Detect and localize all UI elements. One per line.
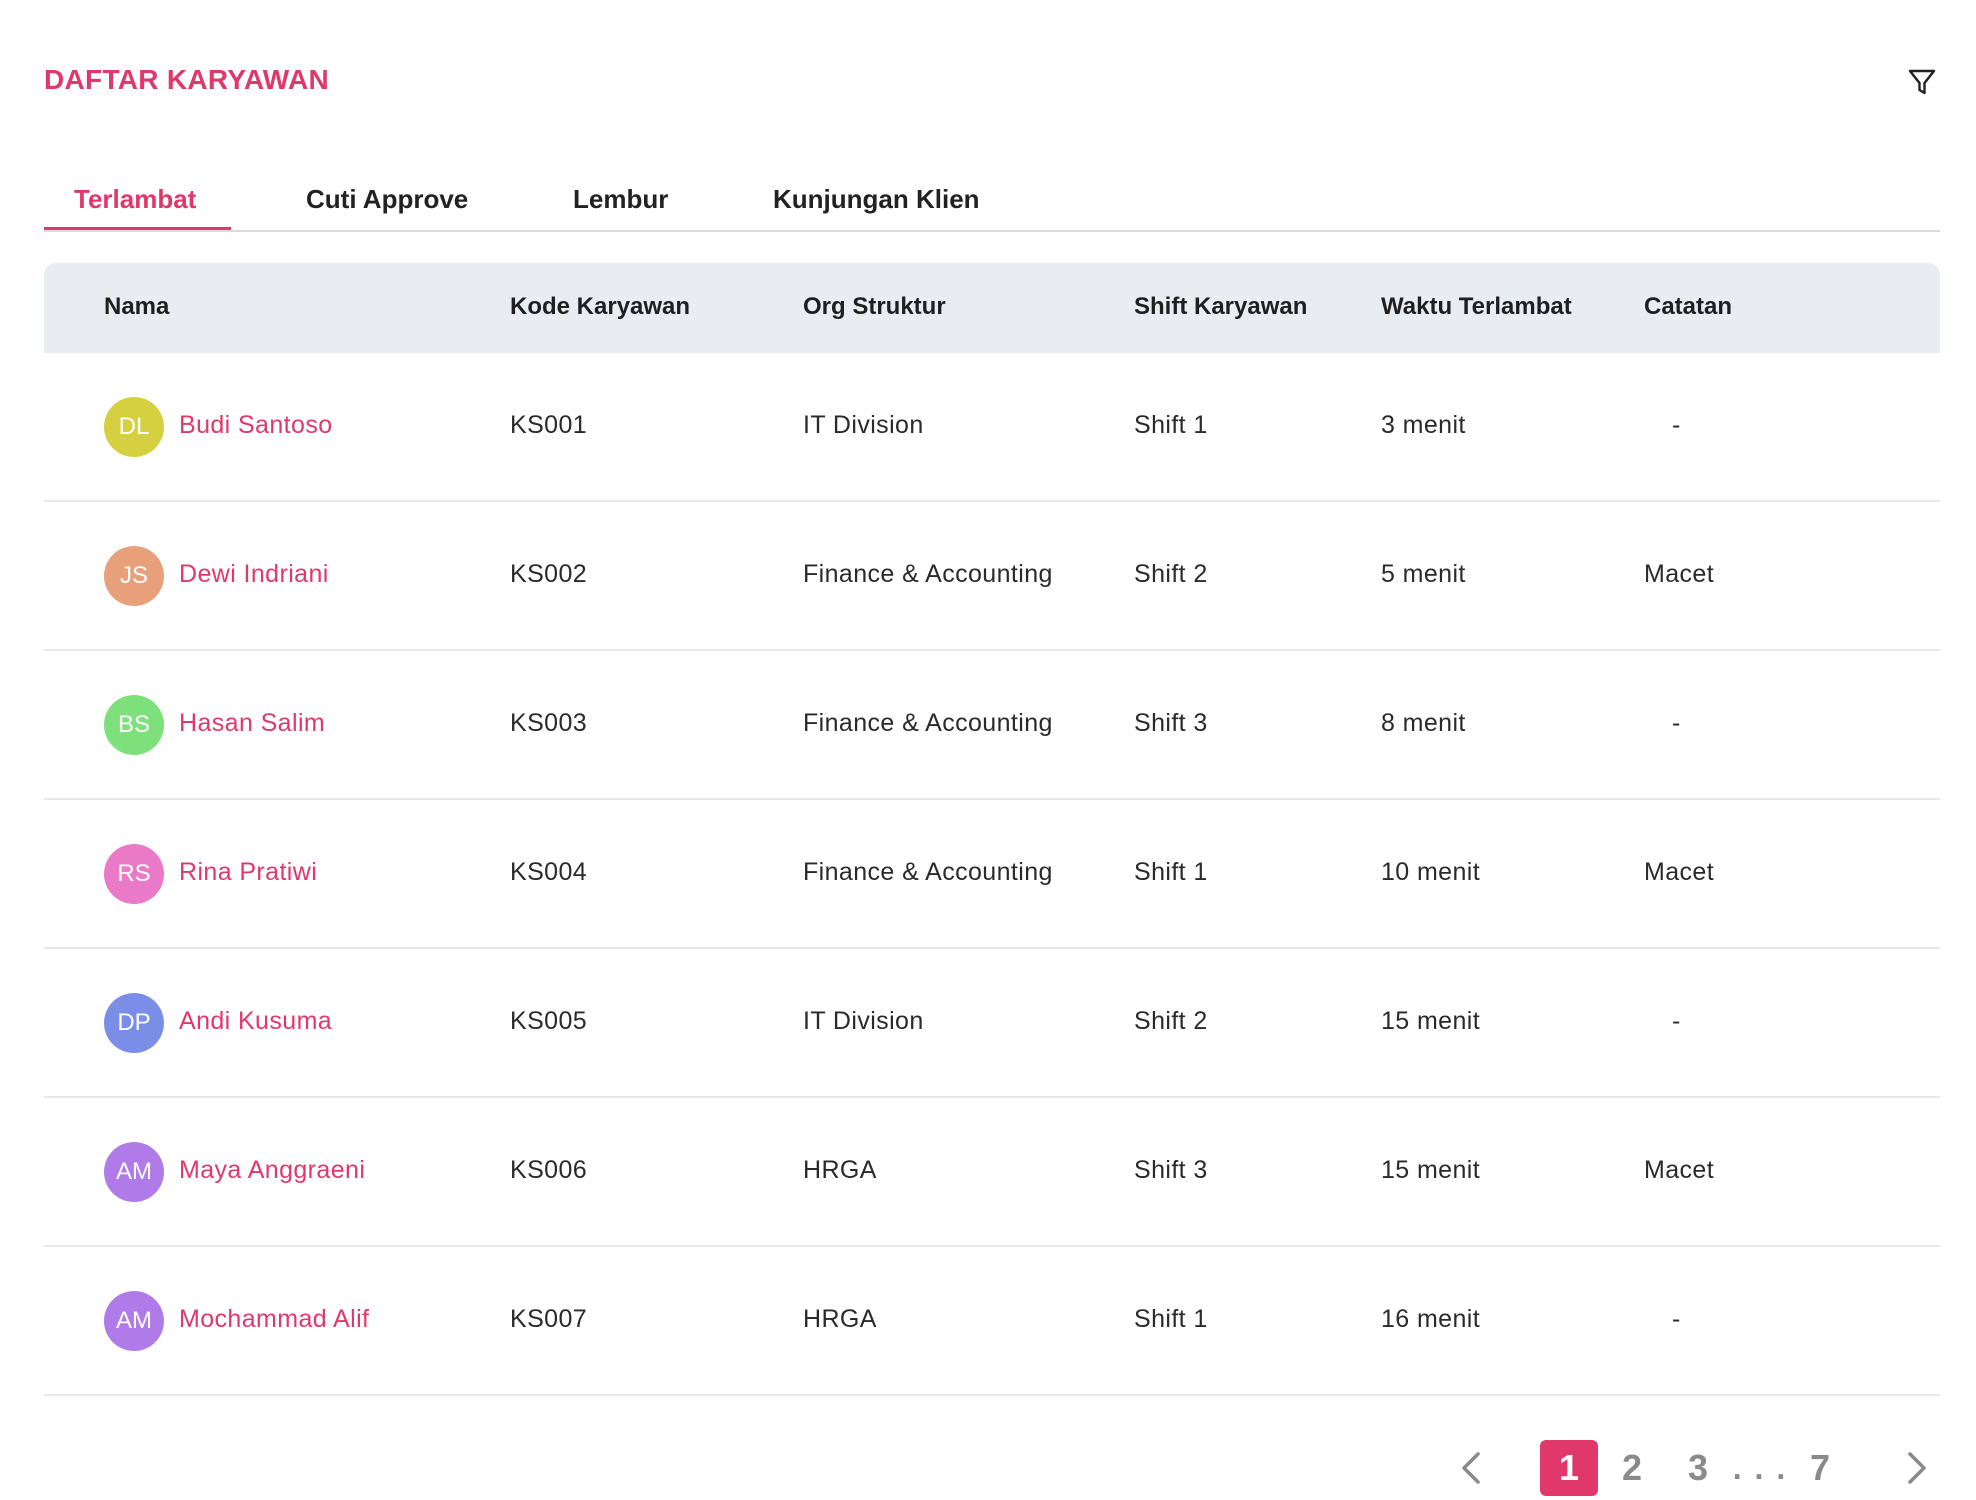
shift: Shift 1 — [1134, 411, 1208, 439]
tab-terlambat[interactable]: Terlambat — [74, 184, 196, 215]
avatar: RS — [104, 844, 164, 904]
late-time: 3 menit — [1381, 411, 1466, 439]
org-structure: HRGA — [803, 1156, 877, 1184]
note: - — [1672, 411, 1681, 439]
employee-name-link[interactable]: Mochammad Alif — [179, 1305, 369, 1334]
org-structure: Finance & Accounting — [803, 560, 1053, 588]
shift: Shift 1 — [1134, 1305, 1208, 1333]
org-structure: Finance & Accounting — [803, 858, 1053, 886]
avatar: DL — [104, 397, 164, 457]
note: Macet — [1644, 1156, 1715, 1184]
page-button-2[interactable]: 2 — [1612, 1440, 1652, 1496]
column-header-nama[interactable]: Nama — [104, 293, 169, 321]
employee-name-link[interactable]: Dewi Indriani — [179, 560, 329, 589]
column-header-catatan[interactable]: Catatan — [1644, 293, 1732, 321]
column-header-kode[interactable]: Kode Karyawan — [510, 293, 690, 321]
employee-table: Nama Kode Karyawan Org Struktur Shift Ka… — [44, 263, 1940, 1396]
page-button-7[interactable]: 7 — [1800, 1440, 1840, 1496]
late-time: 10 menit — [1381, 858, 1481, 886]
employee-name-link[interactable]: Budi Santoso — [179, 411, 333, 440]
employee-code: KS003 — [510, 709, 588, 737]
avatar: AM — [104, 1291, 164, 1351]
employee-list-page: DAFTAR KARYAWAN Terlambat Cuti Approve L… — [0, 0, 1976, 1500]
table-row[interactable]: AM Maya Anggraeni KS006 HRGA Shift 3 15 … — [44, 1098, 1940, 1247]
employee-code: KS007 — [510, 1305, 588, 1333]
column-header-org[interactable]: Org Struktur — [803, 293, 946, 321]
prev-page-icon[interactable] — [1452, 1448, 1492, 1488]
table-row[interactable]: BS Hasan Salim KS003 Finance & Accountin… — [44, 651, 1940, 800]
shift: Shift 2 — [1134, 560, 1208, 588]
next-page-icon[interactable] — [1896, 1448, 1936, 1488]
tab-cuti-approve[interactable]: Cuti Approve — [306, 184, 468, 215]
org-structure: IT Division — [803, 1007, 924, 1035]
late-time: 5 menit — [1381, 560, 1466, 588]
page-title: DAFTAR KARYAWAN — [44, 64, 330, 95]
employee-name-link[interactable]: Hasan Salim — [179, 709, 325, 738]
column-header-waktu[interactable]: Waktu Terlambat — [1381, 293, 1572, 321]
shift: Shift 2 — [1134, 1007, 1208, 1035]
org-structure: IT Division — [803, 411, 924, 439]
filter-icon[interactable] — [1906, 66, 1938, 98]
table-row[interactable]: AM Mochammad Alif KS007 HRGA Shift 1 16 … — [44, 1247, 1940, 1396]
tab-kunjungan-klien[interactable]: Kunjungan Klien — [773, 184, 980, 215]
table-row[interactable]: DL Budi Santoso KS001 IT Division Shift … — [44, 353, 1940, 502]
page-button-1[interactable]: 1 — [1540, 1440, 1598, 1496]
note: Macet — [1644, 858, 1715, 886]
note: - — [1672, 1007, 1681, 1035]
shift: Shift 1 — [1134, 858, 1208, 886]
tab-lembur[interactable]: Lembur — [573, 184, 668, 215]
avatar: AM — [104, 1142, 164, 1202]
table-row[interactable]: RS Rina Pratiwi KS004 Finance & Accounti… — [44, 800, 1940, 949]
employee-code: KS002 — [510, 560, 588, 588]
pagination: 1 2 3 . . . 7 — [0, 1440, 1976, 1496]
employee-code: KS005 — [510, 1007, 588, 1035]
avatar: JS — [104, 546, 164, 606]
employee-code: KS004 — [510, 858, 588, 886]
page-button-3[interactable]: 3 — [1678, 1440, 1718, 1496]
table-header: Nama Kode Karyawan Org Struktur Shift Ka… — [44, 263, 1940, 353]
note: - — [1672, 1305, 1681, 1333]
avatar: BS — [104, 695, 164, 755]
employee-name-link[interactable]: Rina Pratiwi — [179, 858, 317, 887]
page-ellipsis: . . . — [1732, 1450, 1788, 1486]
late-time: 16 menit — [1381, 1305, 1481, 1333]
employee-code: KS006 — [510, 1156, 588, 1184]
shift: Shift 3 — [1134, 709, 1208, 737]
tab-bar: Terlambat Cuti Approve Lembur Kunjungan … — [44, 168, 1940, 232]
shift: Shift 3 — [1134, 1156, 1208, 1184]
org-structure: Finance & Accounting — [803, 709, 1053, 737]
late-time: 15 menit — [1381, 1007, 1481, 1035]
employee-name-link[interactable]: Andi Kusuma — [179, 1007, 332, 1036]
note: Macet — [1644, 560, 1715, 588]
late-time: 8 menit — [1381, 709, 1466, 737]
employee-name-link[interactable]: Maya Anggraeni — [179, 1156, 365, 1185]
table-row[interactable]: JS Dewi Indriani KS002 Finance & Account… — [44, 502, 1940, 651]
avatar: DP — [104, 993, 164, 1053]
org-structure: HRGA — [803, 1305, 877, 1333]
column-header-shift[interactable]: Shift Karyawan — [1134, 293, 1307, 321]
active-tab-indicator — [44, 227, 231, 230]
table-row[interactable]: DP Andi Kusuma KS005 IT Division Shift 2… — [44, 949, 1940, 1098]
late-time: 15 menit — [1381, 1156, 1481, 1184]
note: - — [1672, 709, 1681, 737]
employee-code: KS001 — [510, 411, 588, 439]
